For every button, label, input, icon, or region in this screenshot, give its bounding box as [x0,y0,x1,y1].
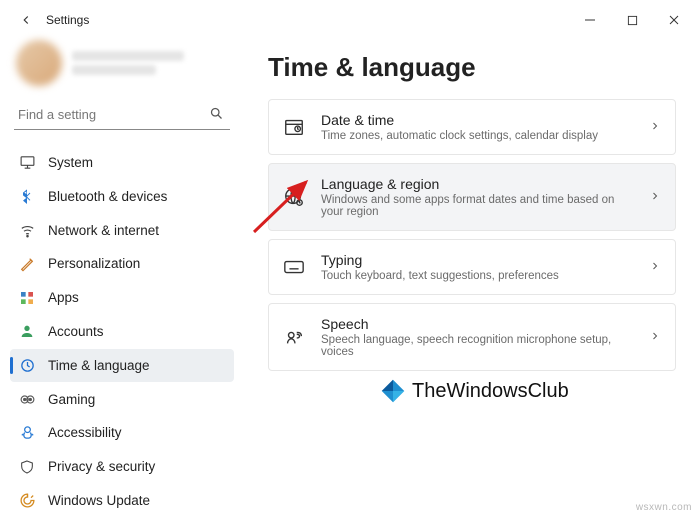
main-panel: Time & language Date & time Time zones, a… [240,40,700,517]
card-icon [283,256,305,278]
card-icon [283,186,305,208]
sidebar-item-accessibility[interactable]: Accessibility [10,417,234,450]
nav-icon [18,492,36,510]
titlebar: Settings [0,0,700,40]
card-title: Typing [321,252,633,268]
card-speech[interactable]: Speech Speech language, speech recognitio… [268,303,676,371]
card-text: Speech Speech language, speech recognitio… [321,316,633,358]
card-title: Date & time [321,112,633,128]
nav-label: Time & language [48,358,150,373]
sidebar-item-privacy-security[interactable]: Privacy & security [10,450,234,483]
card-typing[interactable]: Typing Touch keyboard, text suggestions, … [268,239,676,295]
cards-list: Date & time Time zones, automatic clock s… [268,99,676,371]
window-controls [570,6,694,34]
chevron-right-icon [649,120,661,135]
card-text: Language & region Windows and some apps f… [321,176,633,218]
card-icon [283,116,305,138]
sidebar-item-system[interactable]: System [10,146,234,179]
card-text: Typing Touch keyboard, text suggestions, … [321,252,633,282]
nav-label: Privacy & security [48,459,155,474]
nav-icon [18,289,36,307]
sidebar-item-time-language[interactable]: Time & language [10,349,234,382]
nav-icon [18,424,36,442]
nav-label: Windows Update [48,493,150,508]
search-input[interactable] [14,100,230,130]
nav-icon [18,187,36,205]
profile-text [72,47,212,79]
nav-label: Apps [48,290,79,305]
nav-icon [18,255,36,273]
sidebar-item-personalization[interactable]: Personalization [10,247,234,280]
nav-label: Network & internet [48,223,159,238]
nav-label: System [48,155,93,170]
card-desc: Speech language, speech recognition micr… [321,334,633,358]
sidebar-item-bluetooth-devices[interactable]: Bluetooth & devices [10,180,234,213]
card-desc: Windows and some apps format dates and t… [321,194,633,218]
card-title: Speech [321,316,633,332]
nav-label: Accessibility [48,425,122,440]
minimize-button[interactable] [570,6,610,34]
nav-icon [18,322,36,340]
card-date-time[interactable]: Date & time Time zones, automatic clock s… [268,99,676,155]
nav-label: Personalization [48,256,140,271]
chevron-right-icon [649,260,661,275]
profile-area[interactable] [10,40,234,86]
nav-icon [18,390,36,408]
sidebar: System Bluetooth & devices Network & inter… [0,40,240,517]
chevron-right-icon [649,330,661,345]
nav-label: Accounts [48,324,104,339]
maximize-button[interactable] [612,6,652,34]
footer-domain: wsxwn.com [636,502,692,513]
card-desc: Time zones, automatic clock settings, ca… [321,130,633,142]
nav-icon [18,356,36,374]
nav-list: System Bluetooth & devices Network & inter… [10,146,234,517]
back-button[interactable] [12,6,40,34]
nav-icon [18,221,36,239]
sidebar-item-windows-update[interactable]: Windows Update [10,484,234,517]
sidebar-item-network-internet[interactable]: Network & internet [10,214,234,247]
nav-icon [18,458,36,476]
sidebar-item-gaming[interactable]: Gaming [10,383,234,416]
card-language-region[interactable]: Language & region Windows and some apps f… [268,163,676,231]
close-button[interactable] [654,6,694,34]
avatar [16,40,62,86]
window-title: Settings [46,13,570,27]
watermark-text: TheWindowsClub [412,380,569,403]
sidebar-item-apps[interactable]: Apps [10,281,234,314]
chevron-right-icon [649,190,661,205]
card-text: Date & time Time zones, automatic clock s… [321,112,633,142]
watermark: TheWindowsClub [378,376,569,406]
page-title: Time & language [268,52,676,83]
search-icon [209,106,224,124]
nav-label: Gaming [48,392,95,407]
card-icon [283,326,305,348]
card-desc: Touch keyboard, text suggestions, prefer… [321,270,633,282]
nav-icon [18,153,36,171]
search-wrap [14,100,230,130]
sidebar-item-accounts[interactable]: Accounts [10,315,234,348]
card-title: Language & region [321,176,633,192]
nav-label: Bluetooth & devices [48,189,167,204]
